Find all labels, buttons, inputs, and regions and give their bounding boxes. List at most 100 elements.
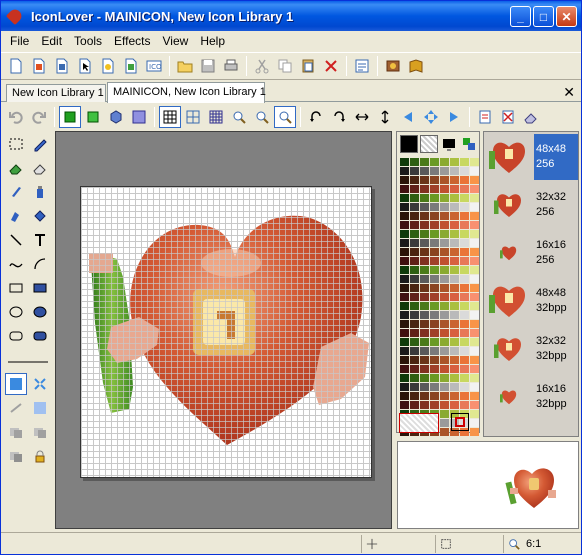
new-ico-icon[interactable]: ICO xyxy=(143,55,165,77)
palette-swatch[interactable] xyxy=(470,320,479,328)
zoom-in-icon[interactable] xyxy=(228,106,250,128)
palette-swatch[interactable] xyxy=(420,311,429,319)
palette-swatch[interactable] xyxy=(400,230,409,238)
arc-icon[interactable] xyxy=(29,253,51,275)
palette-swatch[interactable] xyxy=(400,203,409,211)
palette-swatch[interactable] xyxy=(400,302,409,310)
paste-icon[interactable] xyxy=(297,55,319,77)
palette-swatch[interactable] xyxy=(430,257,439,265)
palette-swatch[interactable] xyxy=(430,284,439,292)
palette-swatch[interactable] xyxy=(470,221,479,229)
palette-swatch[interactable] xyxy=(410,356,419,364)
palette-swatch[interactable] xyxy=(440,167,449,175)
palette-swatch[interactable] xyxy=(420,257,429,265)
filled-rectangle-icon[interactable] xyxy=(29,277,51,299)
palette-swatch[interactable] xyxy=(440,176,449,184)
palette-swatch[interactable] xyxy=(440,212,449,220)
palette-swatch[interactable] xyxy=(430,176,439,184)
palette-swatch[interactable] xyxy=(420,203,429,211)
grid-large-icon[interactable] xyxy=(182,106,204,128)
palette-swatch[interactable] xyxy=(430,212,439,220)
new-format-icon[interactable] xyxy=(474,106,496,128)
format-item[interactable]: 32x32 256 xyxy=(484,182,578,228)
eraser-alt-icon[interactable] xyxy=(29,157,51,179)
palette-swatch[interactable] xyxy=(420,194,429,202)
palette-swatch[interactable] xyxy=(400,239,409,247)
palette-swatch[interactable] xyxy=(460,365,469,373)
palette-swatch[interactable] xyxy=(400,374,409,382)
palette-swatch[interactable] xyxy=(410,176,419,184)
palette-swatch[interactable] xyxy=(420,266,429,274)
eraser-icon[interactable] xyxy=(5,157,27,179)
palette-swatch[interactable] xyxy=(470,383,479,391)
palette-swatch[interactable] xyxy=(460,239,469,247)
palette-swatch[interactable] xyxy=(450,347,459,355)
palette-swatch[interactable] xyxy=(440,185,449,193)
palette-swatch[interactable] xyxy=(460,293,469,301)
zoom-fit-icon[interactable] xyxy=(274,106,296,128)
palette-swatch[interactable] xyxy=(460,320,469,328)
palette-swatch[interactable] xyxy=(430,392,439,400)
palette-swatch[interactable] xyxy=(450,275,459,283)
palette-swatch[interactable] xyxy=(460,230,469,238)
palette-swatch[interactable] xyxy=(430,383,439,391)
alpha-icon[interactable] xyxy=(29,397,51,419)
redo-icon[interactable] xyxy=(28,106,50,128)
new-image-icon[interactable] xyxy=(97,55,119,77)
palette-swatch[interactable] xyxy=(450,311,459,319)
palette-swatch[interactable] xyxy=(400,293,409,301)
layer-mask-icon[interactable] xyxy=(82,106,104,128)
properties-icon[interactable] xyxy=(351,55,373,77)
opaque-mode-icon[interactable] xyxy=(5,373,27,395)
palette-swatch[interactable] xyxy=(400,356,409,364)
palette-swatch[interactable] xyxy=(470,365,479,373)
palette-swatch[interactable] xyxy=(430,194,439,202)
palette-swatch[interactable] xyxy=(450,383,459,391)
palette-swatch[interactable] xyxy=(430,311,439,319)
menu-file[interactable]: File xyxy=(4,34,35,48)
palette-swatch[interactable] xyxy=(430,185,439,193)
palette-swatch[interactable] xyxy=(470,275,479,283)
open-folder-icon[interactable] xyxy=(174,55,196,77)
eraser-format-icon[interactable] xyxy=(520,106,542,128)
palette-swatch[interactable] xyxy=(460,284,469,292)
palette-swatch[interactable] xyxy=(470,194,479,202)
palette-swatch[interactable] xyxy=(420,302,429,310)
palette-swatch[interactable] xyxy=(400,383,409,391)
delete-icon[interactable] xyxy=(320,55,342,77)
format-item[interactable]: 32x32 32bpp xyxy=(484,326,578,372)
palette-swatch[interactable] xyxy=(430,221,439,229)
palette-swatch[interactable] xyxy=(450,365,459,373)
palette-swatch[interactable] xyxy=(440,275,449,283)
palette-swatch[interactable] xyxy=(470,311,479,319)
palette-swatch[interactable] xyxy=(450,230,459,238)
rectangle-icon[interactable] xyxy=(5,277,27,299)
palette-swatch[interactable] xyxy=(440,266,449,274)
palette-swatch[interactable] xyxy=(430,230,439,238)
palette-swatch[interactable] xyxy=(450,176,459,184)
palette-swatch[interactable] xyxy=(440,284,449,292)
palette-swatch[interactable] xyxy=(410,230,419,238)
palette-swatch[interactable] xyxy=(460,248,469,256)
palette-swatch[interactable] xyxy=(450,212,459,220)
palette-swatch[interactable] xyxy=(450,167,459,175)
palette-swatch[interactable] xyxy=(420,329,429,337)
palette-swatch[interactable] xyxy=(440,347,449,355)
palette-swatch[interactable] xyxy=(450,293,459,301)
palette-grid[interactable] xyxy=(400,158,479,436)
curve-icon[interactable] xyxy=(5,253,27,275)
palette-swatch[interactable] xyxy=(440,365,449,373)
new-png-icon[interactable] xyxy=(120,55,142,77)
palette-swatch[interactable] xyxy=(420,275,429,283)
palette-swatch[interactable] xyxy=(410,239,419,247)
palette-swatch[interactable] xyxy=(400,185,409,193)
palette-swatch[interactable] xyxy=(460,347,469,355)
new-cursor-icon[interactable] xyxy=(74,55,96,77)
palette-swatch[interactable] xyxy=(460,176,469,184)
menu-help[interactable]: Help xyxy=(194,34,231,48)
palette-swatch[interactable] xyxy=(470,212,479,220)
palette-swatch[interactable] xyxy=(450,248,459,256)
palette-swatch[interactable] xyxy=(470,257,479,265)
palette-swatch[interactable] xyxy=(430,329,439,337)
palette-swatch[interactable] xyxy=(430,401,439,409)
